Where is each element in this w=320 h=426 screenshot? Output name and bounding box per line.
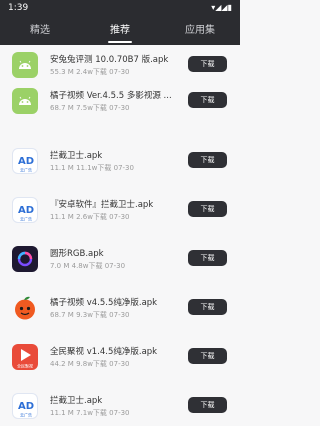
ad-icon-small-text: 去广告 bbox=[20, 216, 32, 222]
list-item[interactable]: 全民聚视 全民聚视 v1.4.5纯净版.apk 44.2 M 9.8w下载 07… bbox=[0, 337, 240, 377]
quanmin-icon-label: 全民聚视 bbox=[17, 363, 33, 369]
app-meta: 68.7 M 9.3w下载 07-30 bbox=[50, 311, 130, 319]
app-title: 『安卓软件』拦截卫士.apk bbox=[50, 200, 154, 210]
download-button[interactable]: 下载 bbox=[188, 397, 227, 413]
app-meta: 55.3 M 2.4w下载 07-30 bbox=[50, 68, 130, 76]
list-item[interactable]: AD 去广告 拦截卫士.apk 11.1 M 11.1w下载 07-30 下载 bbox=[0, 141, 240, 181]
app-meta: 68.7 M 7.5w下载 07-30 bbox=[50, 104, 130, 112]
ad-icon-big-text: AD bbox=[18, 205, 34, 216]
download-button[interactable]: 下载 bbox=[188, 152, 227, 168]
android-icon bbox=[12, 88, 38, 114]
app-meta: 11.1 M 2.6w下载 07-30 bbox=[50, 213, 130, 221]
app-meta: 11.1 M 7.1w下载 07-30 bbox=[50, 409, 130, 417]
ad-blocker-icon: AD 去广告 bbox=[12, 197, 38, 223]
status-time: 1:39 bbox=[8, 3, 29, 13]
ad-icon-big-text: AD bbox=[18, 401, 34, 412]
list-item[interactable]: 安兔兔评测 10.0.70B7 版.apk 55.3 M 2.4w下载 07-3… bbox=[0, 45, 240, 85]
app-title: 圆形RGB.apk bbox=[50, 249, 104, 259]
list-item[interactable]: 圆形RGB.apk 7.0 M 4.8w下载 07-30 下载 bbox=[0, 239, 240, 279]
ad-blocker-icon: AD 去广告 bbox=[12, 393, 38, 419]
download-button[interactable]: 下载 bbox=[188, 299, 227, 315]
download-button[interactable]: 下载 bbox=[188, 56, 227, 72]
tab-featured[interactable]: 精选 bbox=[0, 16, 80, 45]
download-button[interactable]: 下载 bbox=[188, 250, 227, 266]
list-item[interactable]: 橘子视频 Ver.4.5.5 多影视源 ... 68.7 M 7.5w下载 07… bbox=[0, 81, 240, 121]
download-button[interactable]: 下载 bbox=[188, 348, 227, 364]
ad-icon-big-text: AD bbox=[18, 156, 34, 167]
orange-icon bbox=[12, 295, 38, 321]
app-title: 橘子视频 v4.5.5纯净版.apk bbox=[50, 298, 158, 308]
app-title: 全民聚视 v1.4.5纯净版.apk bbox=[50, 347, 158, 357]
app-title: 拦截卫士.apk bbox=[50, 396, 103, 406]
download-button[interactable]: 下载 bbox=[188, 92, 227, 108]
quanmin-video-icon: 全民聚视 bbox=[12, 344, 38, 370]
app-meta: 44.2 M 9.8w下载 07-30 bbox=[50, 360, 130, 368]
rgb-ring-icon bbox=[12, 246, 38, 272]
download-button[interactable]: 下载 bbox=[188, 201, 227, 217]
app-meta: 7.0 M 4.8w下载 07-30 bbox=[50, 262, 126, 270]
list-item[interactable]: 橘子视频 v4.5.5纯净版.apk 68.7 M 9.3w下载 07-30 下… bbox=[0, 288, 240, 328]
status-icons: ▾◢◢▮ bbox=[211, 3, 232, 12]
ad-icon-small-text: 去广告 bbox=[20, 412, 32, 418]
app-title: 安兔兔评测 10.0.70B7 版.apk bbox=[50, 55, 169, 65]
tab-bar: 精选 推荐 应用集 bbox=[0, 16, 240, 45]
tab-recommended[interactable]: 推荐 bbox=[80, 16, 160, 45]
android-icon bbox=[12, 52, 38, 78]
status-bar: 1:39 ▾◢◢▮ bbox=[0, 0, 240, 16]
app-title: 拦截卫士.apk bbox=[50, 151, 103, 161]
tab-app-collections[interactable]: 应用集 bbox=[160, 16, 240, 45]
list-item[interactable]: AD 去广告 拦截卫士.apk 11.1 M 7.1w下载 07-30 下载 bbox=[0, 386, 240, 426]
ad-icon-small-text: 去广告 bbox=[20, 167, 32, 173]
ad-blocker-icon: AD 去广告 bbox=[12, 148, 38, 174]
app-meta: 11.1 M 11.1w下载 07-30 bbox=[50, 164, 134, 172]
app-title: 橘子视频 Ver.4.5.5 多影视源 ... bbox=[50, 91, 172, 101]
list-item[interactable]: AD 去广告 『安卓软件』拦截卫士.apk 11.1 M 2.6w下载 07-3… bbox=[0, 190, 240, 230]
